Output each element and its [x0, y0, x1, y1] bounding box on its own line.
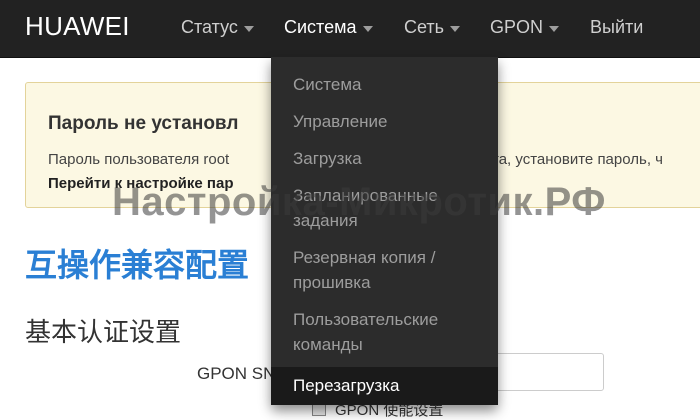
- page-title: 互操作兼容配置: [25, 247, 250, 283]
- menu-item-upload[interactable]: Загрузка: [271, 146, 498, 171]
- menu-item-label-line1: Пользовательские: [293, 310, 439, 329]
- brand-logo[interactable]: HUAWEI: [25, 11, 130, 42]
- menu-item-label: Система: [293, 75, 362, 94]
- menu-item-label-line1: Резервная копия /: [293, 248, 436, 267]
- nav-system[interactable]: Система: [284, 17, 373, 38]
- menu-item-reboot[interactable]: Перезагрузка: [271, 367, 498, 405]
- chevron-down-icon: [362, 25, 373, 32]
- top-navbar: HUAWEI Статус Система Сеть GPON Выйти: [0, 0, 700, 58]
- menu-item-label-line2: команды: [293, 335, 363, 354]
- nav-logout[interactable]: Выйти: [590, 17, 643, 38]
- site-watermark: Настройка-Микротик.РФ: [112, 180, 606, 224]
- menu-item-label: Загрузка: [293, 149, 362, 168]
- gpon-sn-label: GPON SN: [197, 364, 276, 383]
- nav-status-label: Статус: [181, 17, 238, 37]
- alert-text-right: та, установите пароль, ч: [492, 151, 663, 168]
- nav-logout-label: Выйти: [590, 17, 644, 37]
- section-title: 基本认证设置: [25, 317, 182, 347]
- nav-network[interactable]: Сеть: [404, 17, 461, 38]
- menu-item-label-line2: прошивка: [293, 273, 371, 292]
- menu-item-label: Управление: [293, 112, 388, 131]
- nav-network-label: Сеть: [404, 17, 445, 37]
- nav-gpon-label: GPON: [490, 17, 544, 37]
- chevron-down-icon: [450, 25, 461, 32]
- nav-gpon[interactable]: GPON: [490, 17, 560, 38]
- nav-system-label: Система: [284, 17, 357, 37]
- menu-item-label: Перезагрузка: [293, 376, 400, 395]
- alert-title: Пароль не установл: [48, 113, 239, 134]
- menu-item-user-commands[interactable]: Пользовательские команды: [271, 307, 498, 357]
- menu-item-system[interactable]: Система: [271, 72, 498, 97]
- alert-text: Пароль пользователя root: [48, 151, 230, 168]
- chevron-down-icon: [243, 25, 254, 32]
- menu-item-management[interactable]: Управление: [271, 109, 498, 134]
- system-dropdown-menu: Система Управление Загрузка Запланирован…: [271, 57, 498, 405]
- nav-status[interactable]: Статус: [181, 17, 254, 38]
- menu-item-backup-firmware[interactable]: Резервная копия / прошивка: [271, 245, 498, 295]
- chevron-down-icon: [549, 25, 560, 32]
